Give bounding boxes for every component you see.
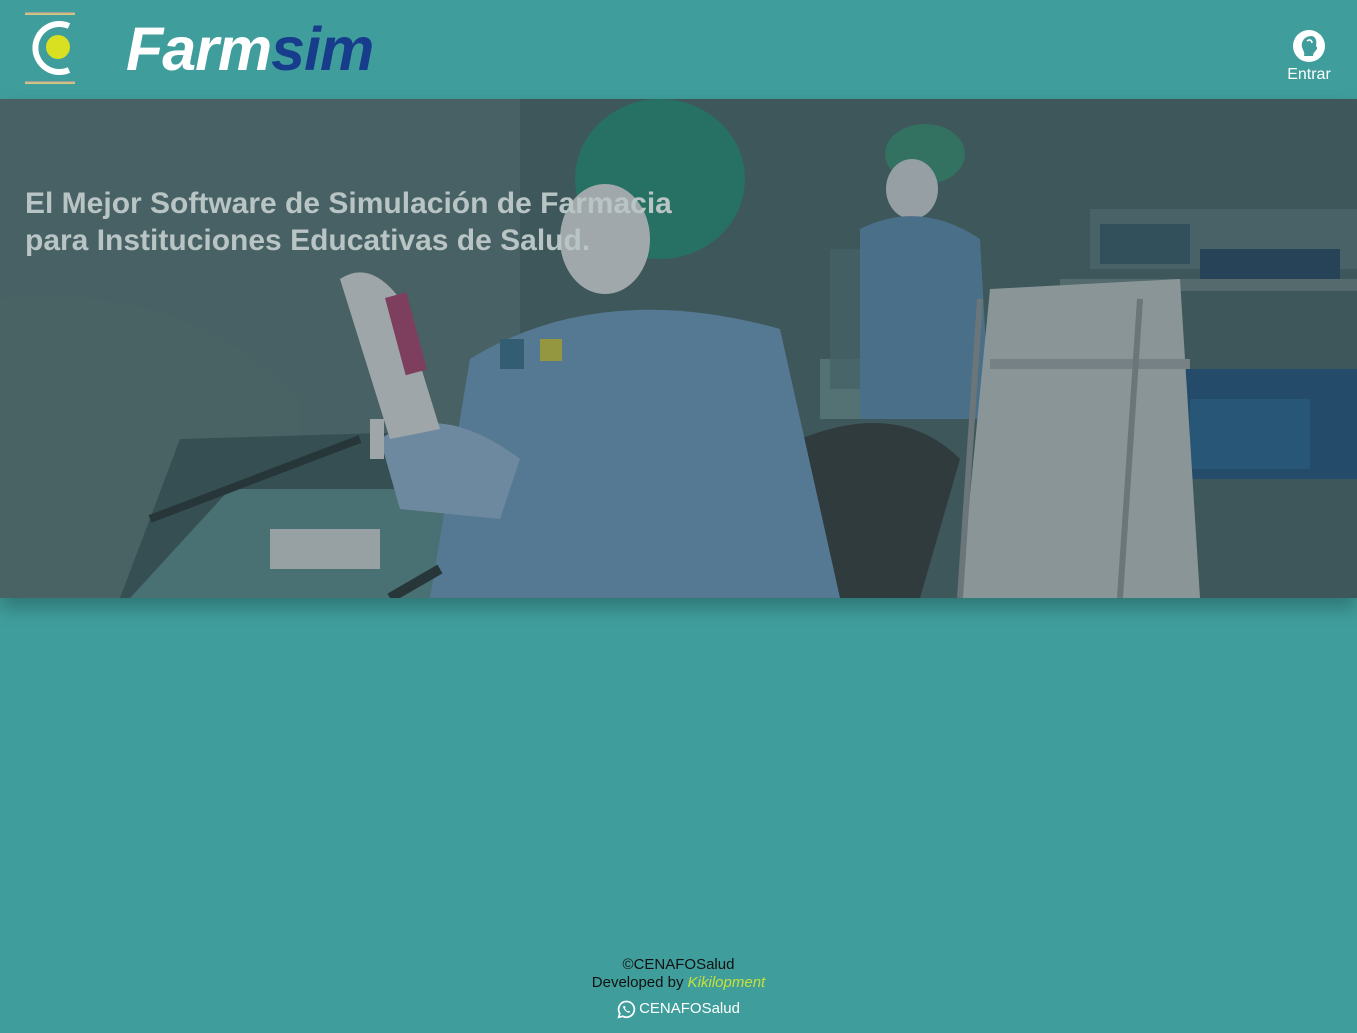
whatsapp-label: CENAFOSalud <box>639 1000 740 1017</box>
developer-link[interactable]: Kikilopment <box>688 974 766 991</box>
cenafosalud-logo-icon[interactable] <box>25 12 77 84</box>
hero-title-line1: El Mejor Software de Simulación de Farma… <box>25 187 672 220</box>
hero-overlay <box>0 99 1357 598</box>
whatsapp-icon <box>617 1000 636 1018</box>
hero-banner: El Mejor Software de Simulación de Farma… <box>0 99 1357 598</box>
developed-by-line: Developed by Kikilopment <box>0 974 1357 992</box>
hero-title: El Mejor Software de Simulación de Farma… <box>25 185 745 259</box>
whatsapp-link[interactable]: CENAFOSalud <box>0 999 1357 1019</box>
brand-farm: Farm <box>126 15 272 83</box>
login-label: Entrar <box>1287 66 1331 83</box>
brand-sim: sim <box>271 15 374 83</box>
developed-by-label: Developed by <box>591 974 688 991</box>
farmsim-brand[interactable]: Farmsim <box>126 13 374 85</box>
profile-head-icon <box>1293 30 1325 62</box>
copyright-text: ©CENAFOSalud <box>622 956 735 973</box>
top-bar: Farmsim Entrar <box>0 0 1357 99</box>
hero-title-line2: para Instituciones Educativas de Salud. <box>25 224 591 257</box>
login-button[interactable]: Entrar <box>1285 29 1333 87</box>
footer: ©CENAFOSalud Developed by Kikilopment CE… <box>0 956 1357 1019</box>
